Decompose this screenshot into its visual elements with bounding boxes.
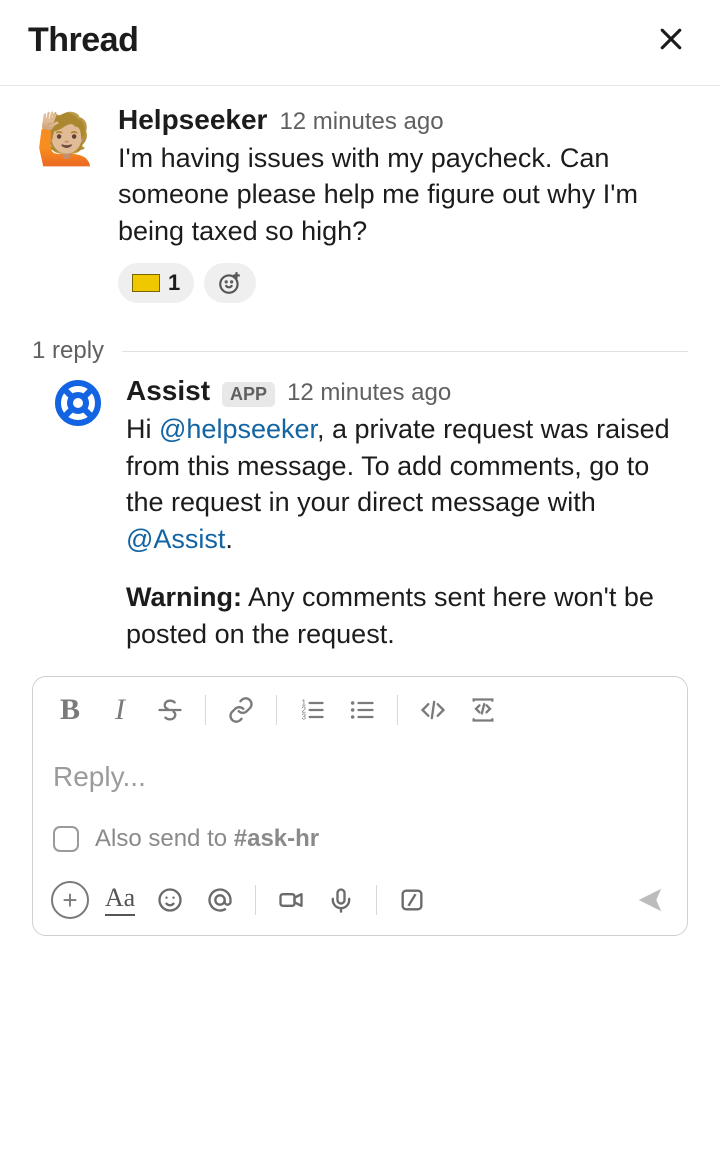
video-icon [277, 886, 305, 914]
message-author[interactable]: Helpseeker [118, 104, 267, 136]
thread-title: Thread [28, 21, 138, 60]
also-send-checkbox[interactable] [53, 826, 79, 852]
italic-button[interactable]: I [97, 687, 143, 733]
mention-assist[interactable]: @Assist [126, 524, 225, 554]
code-icon [419, 696, 447, 724]
add-reaction-button[interactable] [204, 263, 256, 303]
original-message: 🙋🏼 Helpseeker 12 minutes ago I'm having … [0, 86, 720, 309]
divider-line [122, 351, 688, 352]
ordered-list-button[interactable]: 123 [289, 687, 335, 733]
also-send-row: Also send to #ask-hr [33, 825, 687, 867]
lifering-icon [54, 379, 102, 427]
ticket-emoji-icon [132, 274, 160, 292]
aa-icon: Aa [105, 883, 135, 916]
assist-avatar [50, 375, 106, 431]
message-author[interactable]: Assist [126, 375, 210, 407]
message-timestamp: 12 minutes ago [279, 108, 443, 136]
codeblock-icon [469, 696, 497, 724]
link-button[interactable] [218, 687, 264, 733]
also-send-label: Also send to #ask-hr [95, 825, 319, 853]
send-icon [635, 885, 665, 915]
bold-button[interactable]: B [47, 687, 93, 733]
app-badge: APP [222, 382, 275, 407]
code-button[interactable] [410, 687, 456, 733]
reply-input[interactable]: Reply... [33, 743, 687, 825]
warning-label: Warning: [126, 582, 242, 612]
video-button[interactable] [268, 877, 314, 923]
message-text: Hi @helpseeker, a private request was ra… [126, 411, 688, 652]
reply-composer: B I 123 Reply... [32, 676, 688, 936]
ordered-list-icon: 123 [298, 696, 326, 724]
add-reaction-icon [217, 270, 243, 296]
microphone-icon [327, 886, 355, 914]
attach-button[interactable]: + [47, 877, 93, 923]
mention-button[interactable] [197, 877, 243, 923]
reply-message: Assist APP 12 minutes ago Hi @helpseeker… [50, 375, 688, 652]
codeblock-button[interactable] [460, 687, 506, 733]
toolbar-separator [376, 885, 377, 915]
reply-count-label: 1 reply [32, 337, 104, 365]
strikethrough-button[interactable] [147, 687, 193, 733]
at-icon [206, 886, 234, 914]
thread-header: Thread [0, 0, 720, 86]
close-icon [656, 24, 686, 54]
formatting-toolbar: B I 123 [33, 677, 687, 743]
bullet-list-icon [348, 696, 376, 724]
toolbar-separator [205, 695, 206, 725]
reaction-count: 1 [168, 270, 180, 296]
link-icon [227, 696, 255, 724]
message-text: I'm having issues with my paycheck. Can … [118, 140, 688, 249]
message-timestamp: 12 minutes ago [287, 379, 451, 407]
reactions-bar: 1 [118, 263, 688, 303]
emoji-icon [156, 886, 184, 914]
helpseeker-avatar: 🙋🏼 [32, 104, 102, 174]
toolbar-separator [276, 695, 277, 725]
composer-actions-toolbar: + Aa [33, 867, 687, 935]
svg-text:3: 3 [302, 712, 307, 721]
strikethrough-icon [156, 696, 184, 724]
bullet-list-button[interactable] [339, 687, 385, 733]
slash-box-icon [398, 886, 426, 914]
audio-button[interactable] [318, 877, 364, 923]
mention-helpseeker[interactable]: @helpseeker [159, 414, 317, 444]
reply-count-divider: 1 reply [0, 309, 720, 369]
send-button[interactable] [627, 877, 673, 923]
close-button[interactable] [650, 18, 692, 63]
formatting-toggle-button[interactable]: Aa [97, 877, 143, 923]
toolbar-separator [397, 695, 398, 725]
toolbar-separator [255, 885, 256, 915]
bold-icon: B [60, 693, 80, 727]
shortcuts-button[interactable] [389, 877, 435, 923]
emoji-button[interactable] [147, 877, 193, 923]
reaction-pill[interactable]: 1 [118, 263, 194, 303]
italic-icon: I [115, 693, 125, 727]
plus-icon: + [51, 881, 89, 919]
